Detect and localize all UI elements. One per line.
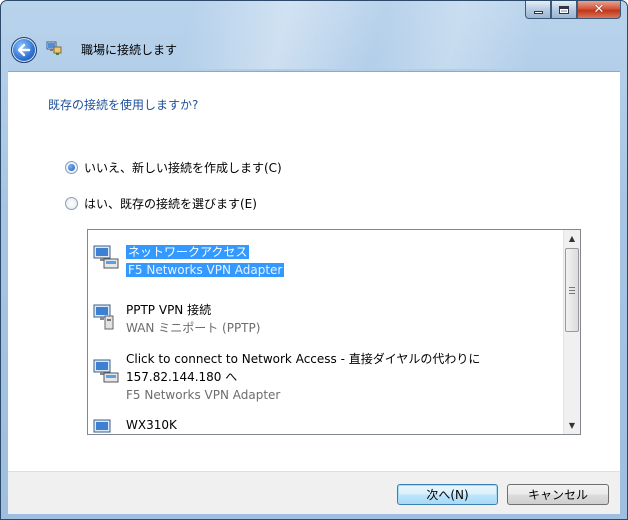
connection-name: Click to connect to Network Access - 直接ダ… [126,352,481,366]
chevron-down-icon: ▼ [568,421,576,430]
connection-detail: WAN ミニポート (PPTP) [126,321,261,335]
connection-name: PPTP VPN 接続 [126,303,212,317]
radio-use-existing[interactable] [65,197,78,210]
connection-detail: F5 Networks VPN Adapter [126,388,281,402]
option-use-existing[interactable]: はい、既存の接続を選びます(E) [65,195,257,212]
maximize-button[interactable] [551,1,577,19]
option-use-existing-label: はい、既存の接続を選びます(E) [84,197,257,211]
option-create-new[interactable]: いいえ、新しい接続を作成します(C) [65,159,282,176]
dialog-footer: 次へ(N) キャンセル [8,471,620,514]
network-adapter-icon [93,419,111,433]
connection-name: ネットワークアクセス [126,245,250,259]
radio-selected-dot [68,164,75,171]
close-button[interactable]: ✕ [577,1,621,19]
radio-create-new[interactable] [65,161,78,174]
back-arrow-icon [17,43,31,57]
dialog-content: 既存の接続を使用しますか? いいえ、新しい接続を作成します(C) はい、既存の接… [8,71,620,471]
minimize-button[interactable] [525,1,551,19]
connection-detail: F5 Networks VPN Adapter [126,263,285,277]
list-item[interactable]: ネットワークアクセス F5 Networks VPN Adapter [92,240,562,280]
maximize-icon [559,5,569,14]
connection-name: WX310K [126,418,177,432]
scroll-thumb[interactable] [565,248,579,332]
dialog-window: ✕ 職場に接続します 既存の接続を使用しますか? いいえ、新しい接続を作成します… [0,0,628,520]
cancel-button[interactable]: キャンセル [507,484,609,505]
list-item[interactable]: WX310K [92,414,562,434]
close-icon: ✕ [593,2,605,17]
list-item[interactable]: PPTP VPN 接続 WAN ミニポート (PPTP) [92,299,562,339]
grip-icon [569,286,575,294]
scroll-up-button[interactable]: ▲ [564,230,580,247]
next-button[interactable]: 次へ(N) [397,484,498,505]
network-connection-icon [46,41,62,55]
network-adapter-icon [93,245,119,269]
caption-buttons: ✕ [525,1,621,19]
list-scrollbar[interactable]: ▲ ▼ [563,230,580,434]
window-title: 職場に接続します [81,43,178,57]
network-adapter-icon [93,359,119,383]
chevron-up-icon: ▲ [568,234,576,243]
minimize-icon [533,11,543,14]
connection-list[interactable]: ネットワークアクセス F5 Networks VPN Adapter PPTP … [87,229,581,435]
option-create-new-label: いいえ、新しい接続を作成します(C) [84,161,282,175]
connection-name-line2: 157.82.144.180 へ [126,370,238,384]
list-item[interactable]: Click to connect to Network Access - 直接ダ… [92,348,562,406]
back-button[interactable] [11,37,37,63]
network-adapter-icon [93,304,114,330]
question-heading: 既存の接続を使用しますか? [48,98,199,112]
scroll-down-button[interactable]: ▼ [564,417,580,434]
